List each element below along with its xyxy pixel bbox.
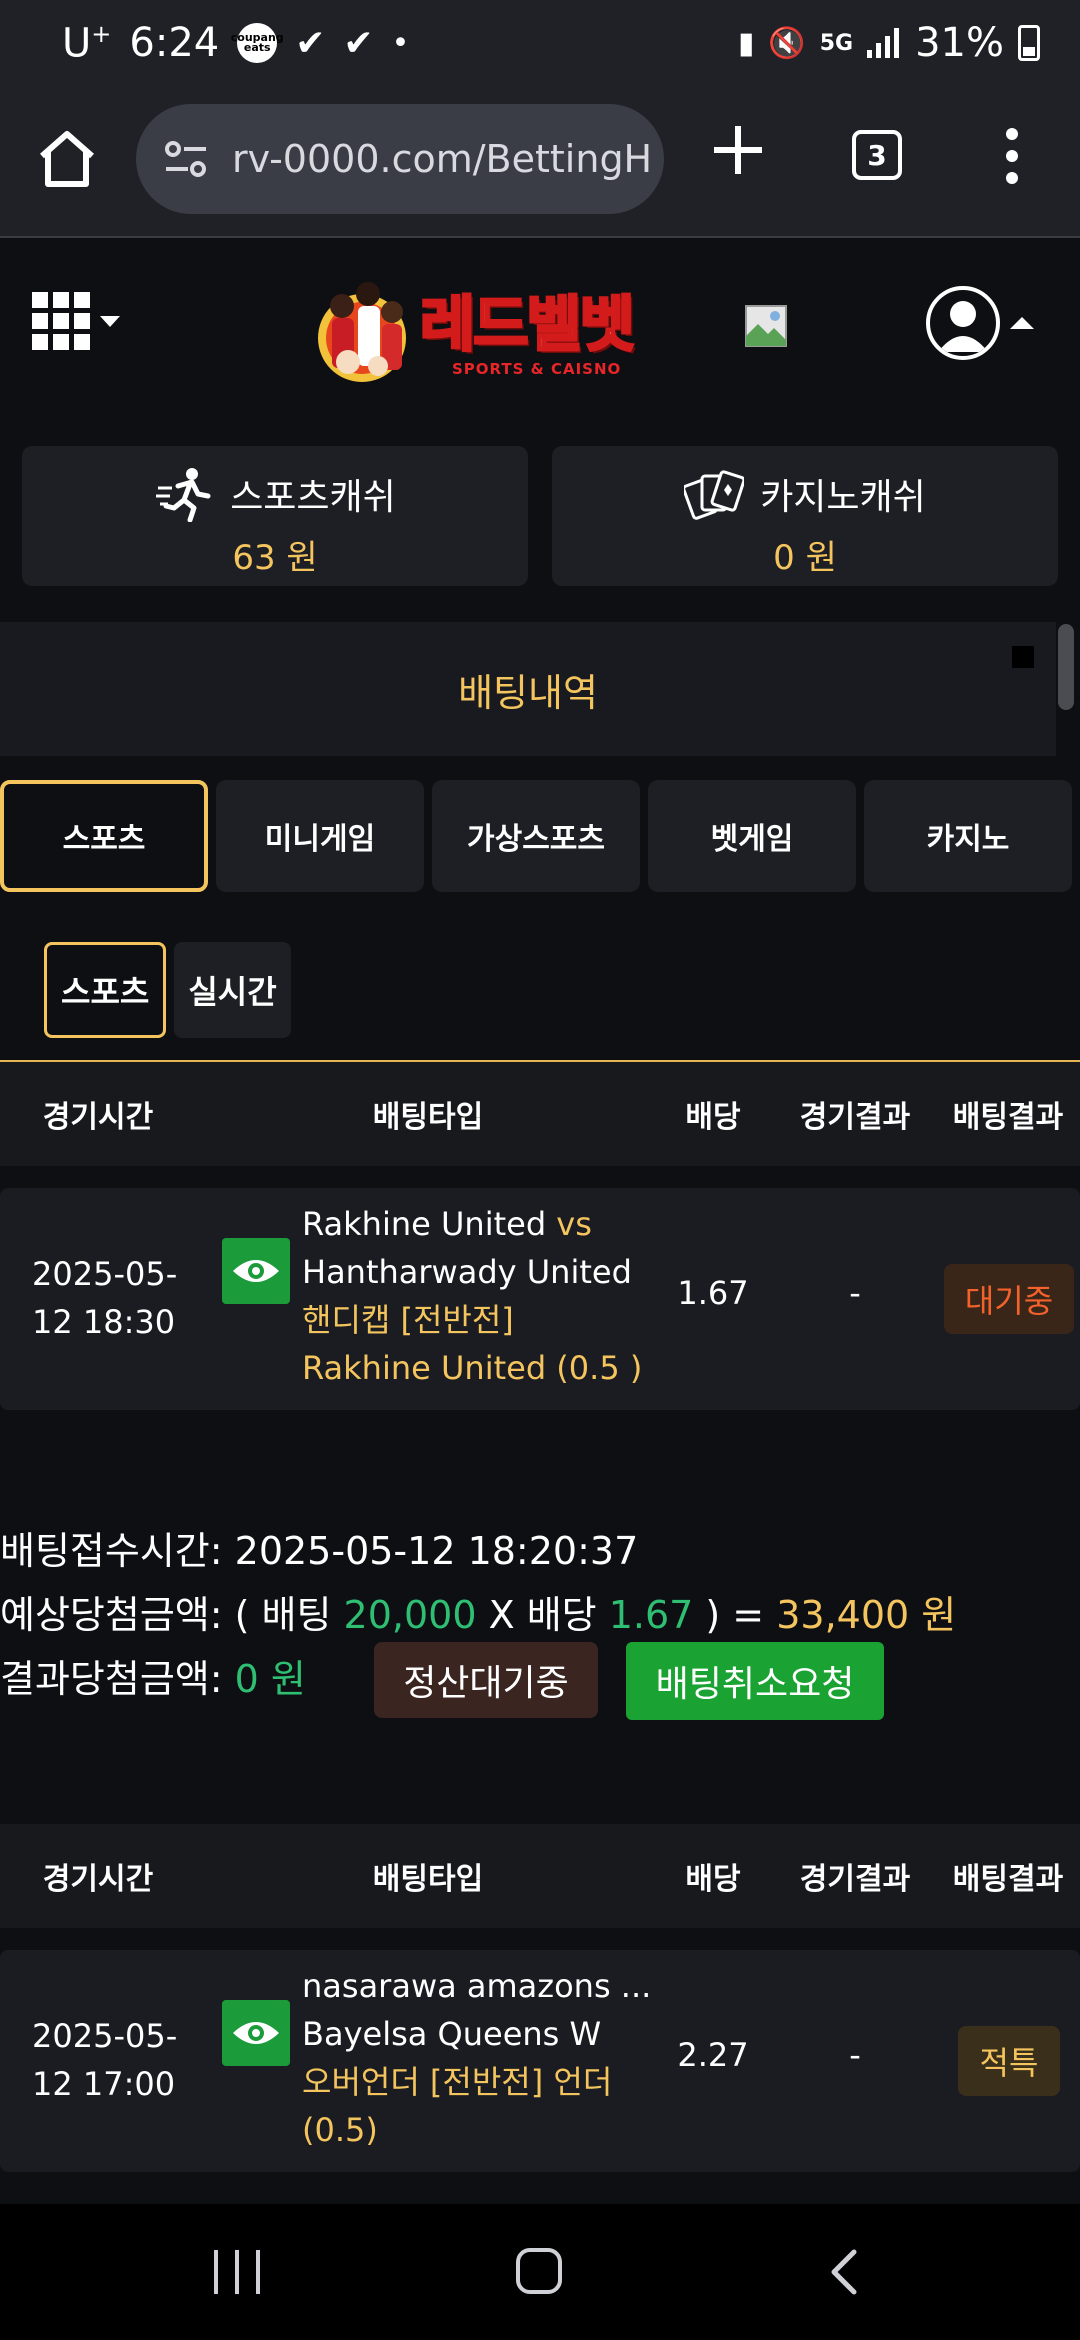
odds-value: 1.67 — [677, 1274, 749, 1312]
site-settings-icon[interactable] — [164, 139, 208, 179]
header-time: 경기시간 — [42, 1862, 154, 1897]
carrier-label: U+ — [62, 20, 112, 67]
header-odds: 배당 — [685, 1862, 741, 1897]
user-menu-button[interactable] — [926, 286, 1034, 360]
expected-payout-line: 예상당첨금액: ( 배팅 20,000 X 배당 1.67 ) = 33,400… — [0, 1593, 957, 1637]
status-right: ▮ 🔇 5G 31% — [738, 20, 1040, 66]
square-icon — [1012, 646, 1034, 668]
status-badge: 적특 — [958, 2026, 1060, 2096]
coupang-eats-icon: coupang eats — [231, 23, 284, 64]
site-header: 레드벨벳 SPORTS & CAISNO — [0, 240, 1080, 410]
cards-icon — [684, 470, 745, 520]
home-team: Rakhine United — [302, 1205, 547, 1243]
casino-cash-card: 카지노캐쉬 0 원 — [552, 446, 1058, 586]
grid-icon — [32, 292, 90, 350]
logo-title: 레드벨벳 — [419, 289, 637, 362]
tab-casino[interactable]: 카지노 — [864, 780, 1072, 892]
main-tabs: 스포츠 미니게임 가상스포츠 벳게임 카지노 — [0, 780, 1080, 892]
cancel-bet-button[interactable]: 배팅취소요청 — [626, 1642, 884, 1720]
away-team: Bayelsa Queens W — [302, 2015, 602, 2053]
header-odds: 배당 — [685, 1100, 741, 1135]
header-game-result: 경기결과 — [799, 1862, 911, 1897]
browser-toolbar: rv-0000.com/BettingH 3 — [0, 92, 1080, 238]
status-left: U+ 6:24 coupang eats ✔ ✔ • — [62, 20, 409, 66]
away-team: Hantharwady United — [302, 1253, 632, 1291]
bet-info: Rakhine United vs Hantharwady United 핸디캡… — [302, 1200, 652, 1392]
check-icon: ✔ — [295, 22, 326, 64]
status-bar: U+ 6:24 coupang eats ✔ ✔ • ▮ 🔇 5G 31% — [0, 0, 1080, 92]
eye-icon[interactable] — [222, 1238, 290, 1304]
apps-menu-button[interactable] — [32, 292, 120, 350]
subtab-live[interactable]: 실시간 — [174, 942, 291, 1038]
header-game-result: 경기결과 — [799, 1100, 911, 1135]
site-logo[interactable]: 레드벨벳 SPORTS & CAISNO — [312, 266, 658, 388]
more-menu-icon[interactable] — [994, 128, 1030, 184]
settle-pending-button[interactable]: 정산대기중 — [374, 1642, 598, 1718]
header-bet-result: 배팅결과 — [952, 1862, 1064, 1897]
tab-switcher-button[interactable]: 3 — [852, 130, 902, 180]
game-result: - — [849, 2036, 861, 2074]
wallet-amount: 0 원 — [773, 538, 837, 578]
odds-value: 2.27 — [677, 2036, 749, 2074]
url-text[interactable]: rv-0000.com/BettingH — [232, 137, 652, 181]
tab-bet-game[interactable]: 벳게임 — [648, 780, 856, 892]
home-icon[interactable] — [34, 126, 100, 192]
chevron-down-icon — [100, 315, 120, 327]
sub-tabs: 스포츠 실시간 — [44, 942, 291, 1038]
page-title: 배팅내역 — [0, 622, 1056, 756]
market: 핸디캡 [전반전] — [302, 1301, 514, 1339]
sports-cash-card: 스포츠캐쉬 63 원 — [22, 446, 528, 586]
tab-sports[interactable]: 스포츠 — [0, 780, 208, 892]
table-row: 2025-05- 12 18:30 Rakhine United vs Hant… — [0, 1188, 1080, 1410]
subtab-sports[interactable]: 스포츠 — [44, 942, 167, 1038]
new-tab-icon[interactable] — [710, 122, 766, 178]
table-row: 2025-05- 12 17:00 nasarawa amazons ... B… — [0, 1950, 1080, 2172]
battery-icon — [1018, 25, 1040, 61]
logo-characters-image — [318, 282, 406, 382]
header-type: 배팅타입 — [372, 1862, 484, 1897]
wallet-amount: 63 원 — [232, 538, 318, 578]
wallet-label: 스포츠캐쉬 — [230, 477, 396, 518]
logo-subtitle: SPORTS & CAISNO — [452, 360, 622, 378]
mute-icon: 🔇 — [768, 25, 806, 61]
clock: 6:24 — [129, 20, 220, 67]
status-badge: 대기중 — [944, 1264, 1074, 1334]
chevron-up-icon — [1010, 317, 1034, 329]
table-header: 경기시간 배팅타입 배당 경기결과 배팅결과 — [0, 1824, 1080, 1928]
recent-apps-icon[interactable] — [214, 2250, 260, 2294]
scrollbar[interactable] — [1058, 624, 1074, 710]
vs-label: vs — [556, 1205, 592, 1243]
selection: (0.5) — [302, 2111, 378, 2149]
home-nav-icon[interactable] — [516, 2248, 562, 2294]
broken-image-icon — [745, 305, 787, 347]
game-result: - — [849, 1274, 861, 1312]
header-type: 배팅타입 — [372, 1100, 484, 1135]
network-type: 5G — [819, 30, 854, 56]
table-header: 경기시간 배팅타입 배당 경기결과 배팅결과 — [0, 1062, 1080, 1166]
wallet-label: 카지노캐쉬 — [760, 477, 926, 518]
avatar-icon — [926, 286, 1000, 360]
match-time: 2025-05- 12 18:30 — [32, 1255, 178, 1341]
back-icon[interactable] — [824, 2248, 864, 2296]
tab-minigame[interactable]: 미니게임 — [216, 780, 424, 892]
battery-saver-icon: ▮ — [737, 25, 755, 61]
home-team: nasarawa amazons ... — [302, 1967, 652, 2005]
address-bar[interactable]: rv-0000.com/BettingH — [136, 104, 664, 214]
eye-icon[interactable] — [222, 2000, 290, 2066]
result-payout-line: 결과당첨금액: 0 원 — [0, 1657, 306, 1701]
match-time: 2025-05- 12 17:00 — [32, 2017, 178, 2103]
system-nav-bar — [0, 2204, 1080, 2340]
header-time: 경기시간 — [42, 1100, 154, 1135]
selection: Rakhine United (0.5 ) — [302, 1349, 643, 1387]
header-bet-result: 배팅결과 — [952, 1100, 1064, 1135]
check-icon: ✔ — [343, 22, 374, 64]
bet-info: nasarawa amazons ... Bayelsa Queens W 오버… — [302, 1962, 652, 2154]
dot-icon: • — [391, 25, 410, 61]
runner-icon — [156, 468, 211, 522]
battery-percent: 31% — [915, 20, 1004, 66]
tab-virtual-sports[interactable]: 가상스포츠 — [432, 780, 640, 892]
signal-icon — [867, 28, 900, 58]
received-time-line: 배팅접수시간: 2025-05-12 18:20:37 — [0, 1529, 639, 1573]
market: 오버언더 [전반전] 언더 — [302, 2063, 613, 2101]
